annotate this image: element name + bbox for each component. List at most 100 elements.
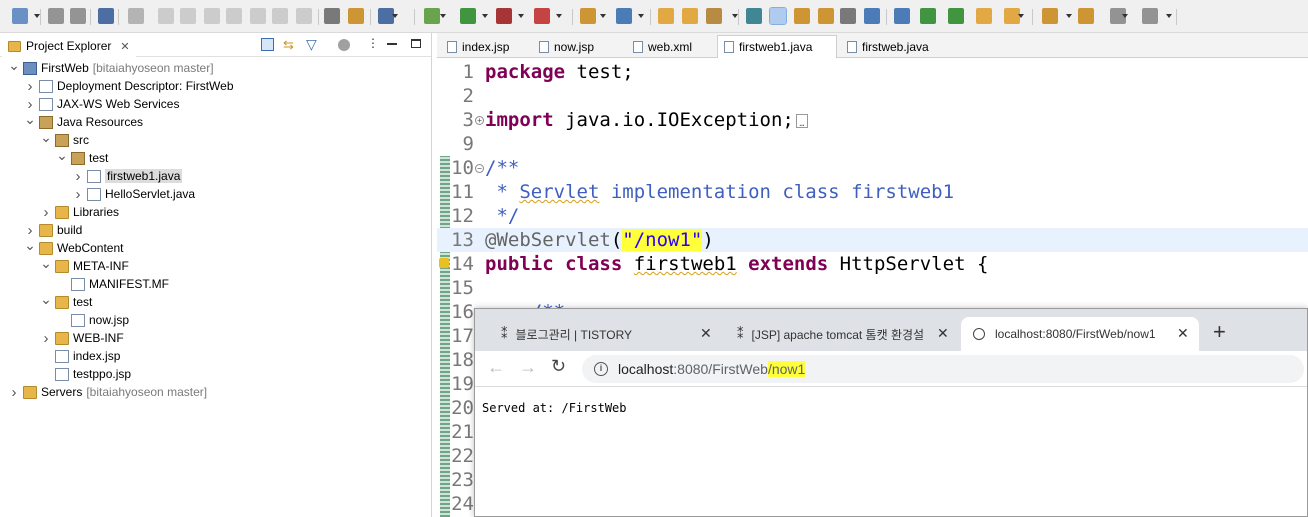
- tree-item-servers[interactable]: › Servers [bitaiahyoseon master]: [8, 383, 208, 401]
- close-tab-icon[interactable]: ✕: [700, 325, 712, 342]
- tree-item-meta-inf[interactable]: ⌄ META-INF: [40, 255, 129, 275]
- search-icon[interactable]: [706, 8, 722, 24]
- perspective-icon[interactable]: [1142, 8, 1158, 24]
- disconnect-icon[interactable]: [226, 8, 242, 24]
- tree-item-web-inf[interactable]: › WEB-INF: [40, 329, 124, 347]
- step-into-icon[interactable]: [250, 8, 266, 24]
- close-tab-icon[interactable]: ✕: [937, 325, 949, 342]
- forward-icon[interactable]: →: [519, 357, 537, 378]
- tab-firstweb1-java[interactable]: firstweb1.java: [717, 35, 837, 58]
- step-return-icon[interactable]: [296, 8, 312, 24]
- chevron-down-icon[interactable]: ⌄: [56, 147, 68, 163]
- back-icon[interactable]: ←: [487, 357, 505, 378]
- chevron-right-icon[interactable]: ›: [40, 330, 52, 347]
- chevron-down-icon[interactable]: ⌄: [40, 291, 52, 307]
- chevron-right-icon[interactable]: ›: [24, 96, 36, 113]
- console-icon[interactable]: [324, 8, 340, 24]
- run-icon[interactable]: [460, 8, 476, 24]
- toggle-mark-icon[interactable]: [794, 8, 810, 24]
- dropdown-arrow-icon[interactable]: [518, 14, 524, 18]
- new-class-icon[interactable]: [616, 8, 632, 24]
- show-whitespace-icon[interactable]: [840, 8, 856, 24]
- new-java-project-icon[interactable]: [580, 8, 596, 24]
- chevron-right-icon[interactable]: ›: [40, 204, 52, 221]
- coverage-icon[interactable]: [496, 8, 512, 24]
- maximize-icon[interactable]: [411, 39, 421, 48]
- external-tools-icon[interactable]: [534, 8, 550, 24]
- chevron-right-icon[interactable]: ›: [72, 186, 84, 203]
- dropdown-arrow-icon[interactable]: [556, 14, 562, 18]
- dropdown-arrow-icon[interactable]: [1122, 14, 1128, 18]
- terminal-icon[interactable]: [98, 8, 114, 24]
- suspend-icon[interactable]: [180, 8, 196, 24]
- reload-icon[interactable]: ↻: [551, 356, 566, 377]
- address-bar[interactable]: i localhost:8080/FirstWeb/now1: [582, 355, 1304, 383]
- chevron-right-icon[interactable]: ›: [8, 384, 20, 401]
- tree-item-helloservlet-java[interactable]: › HelloServlet.java: [72, 185, 196, 203]
- tab-now-jsp[interactable]: now.jsp: [533, 35, 623, 58]
- filter-icon[interactable]: ▽: [306, 36, 317, 53]
- annotation-icon[interactable]: [746, 8, 762, 24]
- tree-item-firstweb1-java[interactable]: › firstweb1.java: [72, 167, 183, 185]
- dropdown-arrow-icon[interactable]: [1066, 14, 1072, 18]
- chevron-down-icon[interactable]: ⌄: [24, 237, 36, 253]
- link-with-editor-icon[interactable]: ⇆: [283, 37, 294, 53]
- tree-item-jax-ws-web-services[interactable]: › JAX-WS Web Services: [24, 95, 180, 113]
- next-annotation-icon[interactable]: [976, 8, 992, 24]
- dropdown-arrow-icon[interactable]: [482, 14, 488, 18]
- terminate-icon[interactable]: [204, 8, 220, 24]
- dropdown-arrow-icon[interactable]: [600, 14, 606, 18]
- open-folder-icon[interactable]: [682, 8, 698, 24]
- dropdown-arrow-icon[interactable]: [1166, 14, 1172, 18]
- chevron-right-icon[interactable]: ›: [72, 168, 84, 185]
- tree-item-test[interactable]: ⌄ test: [56, 147, 108, 167]
- new-tab-icon[interactable]: +: [1213, 319, 1226, 345]
- tree-item-firstweb[interactable]: ⌄ FirstWeb [bitaiahyoseon master]: [8, 57, 213, 77]
- dropdown-arrow-icon[interactable]: [638, 14, 644, 18]
- run-server-icon[interactable]: [920, 8, 936, 24]
- highlight-icon[interactable]: [769, 7, 787, 25]
- chevron-down-icon[interactable]: ⌄: [40, 255, 52, 271]
- expand-fold-icon[interactable]: +: [475, 116, 484, 125]
- drop-to-frame-icon[interactable]: [348, 8, 364, 24]
- chevron-down-icon[interactable]: ⌄: [8, 57, 20, 73]
- view-menu-icon[interactable]: ⋮: [367, 36, 379, 50]
- tree-item-index-jsp[interactable]: index.jsp: [40, 347, 120, 365]
- browser-tab-tistory[interactable]: ⁑ 블로그관리 | TISTORY: [489, 317, 729, 351]
- globe-icon[interactable]: [864, 8, 880, 24]
- java-doc-icon[interactable]: [818, 8, 834, 24]
- collapse-all-icon[interactable]: [261, 38, 274, 51]
- tree-item-deployment-descriptor-firstweb[interactable]: › Deployment Descriptor: FirstWeb: [24, 77, 234, 95]
- tree-item-manifest-mf[interactable]: MANIFEST.MF: [56, 275, 169, 293]
- tree-item-webcontent[interactable]: ⌄ WebContent: [24, 237, 123, 257]
- save-all-icon[interactable]: [70, 8, 86, 24]
- site-info-icon[interactable]: i: [594, 362, 608, 376]
- tab-project-explorer[interactable]: Project Explorer ✕: [2, 35, 136, 57]
- focus-icon[interactable]: [338, 39, 350, 51]
- debug-icon[interactable]: [424, 8, 440, 24]
- dropdown-arrow-icon[interactable]: [1018, 14, 1024, 18]
- chevron-down-icon[interactable]: ⌄: [40, 129, 52, 145]
- browser-tab-jsp-tomcat[interactable]: ⁑ [JSP] apache tomcat 톰캣 환경설: [725, 317, 955, 351]
- back-icon[interactable]: [1078, 8, 1094, 24]
- dropdown-arrow-icon[interactable]: [392, 14, 398, 18]
- tree-item-test[interactable]: ⌄ test: [40, 291, 92, 311]
- last-edit-icon[interactable]: [1042, 8, 1058, 24]
- step-over-icon[interactable]: [272, 8, 288, 24]
- chevron-right-icon[interactable]: ›: [24, 78, 36, 95]
- browser-tab-localhost[interactable]: localhost:8080/FirstWeb/now1: [961, 317, 1199, 351]
- tree-item-now-jsp[interactable]: now.jsp: [56, 311, 129, 329]
- tree-item-libraries[interactable]: › Libraries: [40, 203, 120, 221]
- collapse-fold-icon[interactable]: −: [475, 164, 484, 173]
- chevron-down-icon[interactable]: ⌄: [24, 111, 36, 127]
- stop-server-icon[interactable]: [948, 8, 964, 24]
- open-type-icon[interactable]: [658, 8, 674, 24]
- dropdown-arrow-icon[interactable]: [440, 14, 446, 18]
- folded-imports-icon[interactable]: …: [795, 113, 808, 128]
- resume-icon[interactable]: [158, 8, 174, 24]
- close-tab-icon[interactable]: ✕: [1177, 325, 1189, 342]
- skip-breakpoints-icon[interactable]: [128, 8, 144, 24]
- new-wizard-icon[interactable]: [12, 8, 28, 24]
- tab-web-xml[interactable]: web.xml: [627, 35, 713, 58]
- tab-firstweb-java[interactable]: firstweb.java: [841, 35, 941, 58]
